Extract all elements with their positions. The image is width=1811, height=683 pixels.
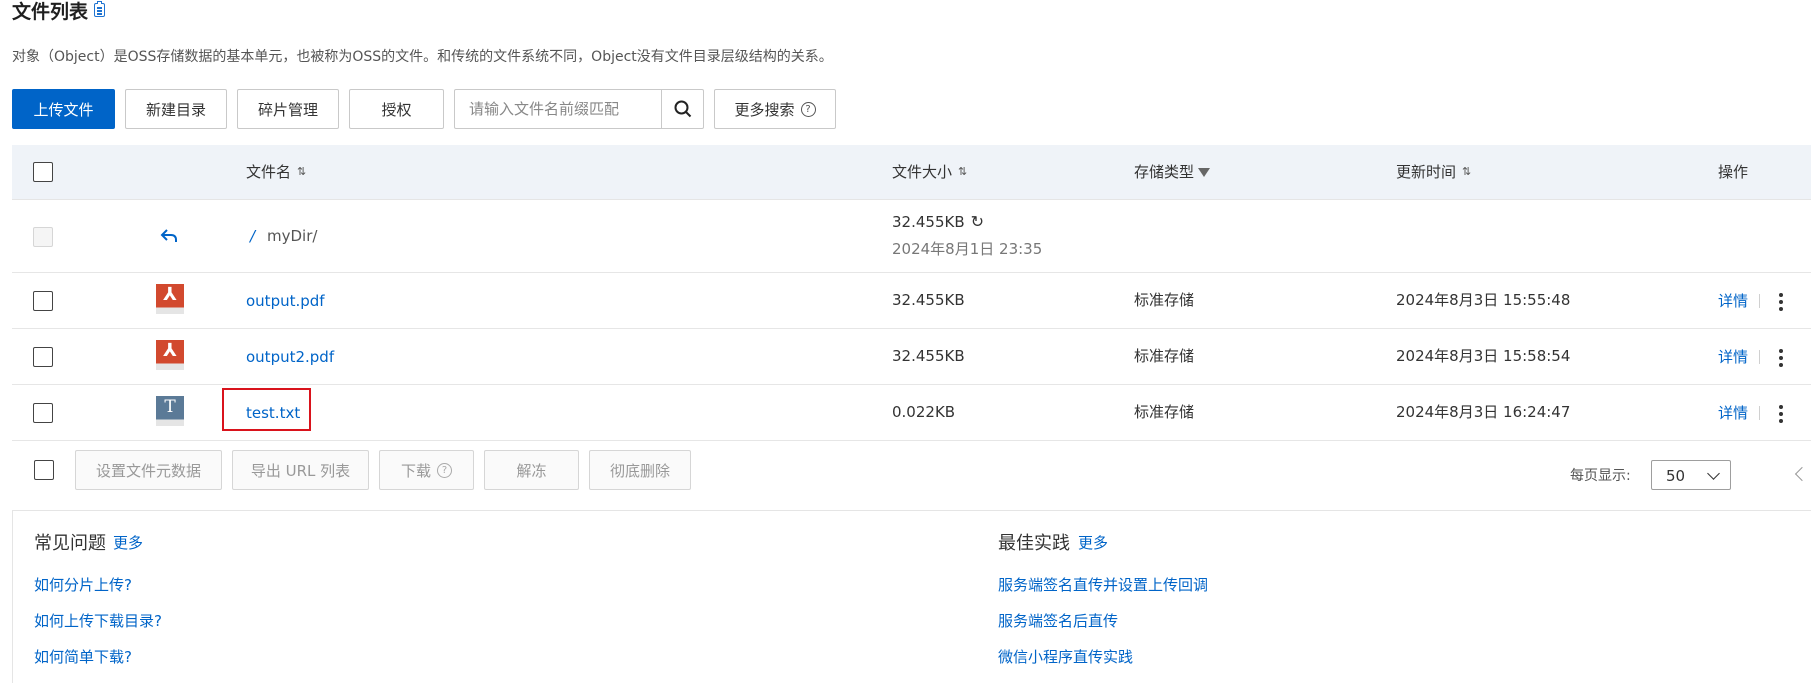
column-header-actions: 操作 — [1718, 163, 1749, 181]
faq-title: 常见问题 — [34, 533, 106, 554]
sort-icon[interactable]: ⇅ — [958, 162, 967, 182]
highlight-box — [222, 388, 311, 431]
search-button[interactable] — [661, 90, 703, 128]
root-path-link[interactable]: / — [250, 226, 255, 246]
page-description: 对象（Object）是OSS存储数据的基本单元，也被称为OSS的文件。和传统的文… — [12, 49, 833, 65]
row-checkbox — [33, 227, 53, 247]
sort-icon[interactable]: ⇅ — [297, 162, 306, 182]
table-row[interactable]: ⅄ output.pdf 32.455KB 标准存储 2024年8月3日 15:… — [12, 273, 1811, 329]
directory-time: 2024年8月1日 23:35 — [892, 240, 1043, 258]
upload-file-button[interactable]: 上传文件 — [12, 89, 115, 129]
divider — [1759, 350, 1760, 364]
select-all-checkbox[interactable] — [33, 162, 53, 182]
divider — [1759, 294, 1760, 308]
fragment-management-button[interactable]: 碎片管理 — [237, 89, 339, 129]
column-header-name[interactable]: 文件名 ⇅ — [246, 162, 306, 182]
column-header-storage[interactable]: 存储类型 — [1134, 162, 1211, 182]
best-practice-more-link[interactable]: 更多 — [1078, 533, 1108, 553]
faq-link[interactable]: 如何上传下载目录? — [34, 611, 162, 631]
faq-more-link[interactable]: 更多 — [113, 533, 143, 553]
chevron-down-icon — [1707, 467, 1720, 480]
faq-link[interactable]: 如何简单下载? — [34, 647, 132, 667]
unfreeze-button[interactable]: 解冻 — [484, 450, 579, 490]
row-checkbox[interactable] — [33, 347, 53, 367]
search-icon — [674, 100, 691, 118]
help-icon: ? — [800, 101, 816, 117]
document-icon[interactable] — [94, 1, 105, 17]
refresh-icon[interactable]: ↻ — [971, 212, 984, 232]
help-icon: ? — [437, 462, 452, 478]
per-page-label: 每页显示: — [1570, 468, 1631, 484]
storage-type: 标准存储 — [1134, 291, 1195, 309]
back-arrow-icon[interactable] — [160, 228, 178, 244]
pdf-file-icon: ⅄ — [156, 284, 184, 314]
page-title: 文件列表 — [12, 1, 89, 23]
storage-type: 标准存储 — [1134, 403, 1195, 421]
more-actions-icon[interactable] — [1779, 293, 1783, 314]
table-header: 文件名 ⇅ 文件大小 ⇅ 存储类型 更新时间 ⇅ 操作 — [12, 145, 1811, 200]
detail-link[interactable]: 详情 — [1718, 347, 1748, 367]
best-practice-link[interactable]: 服务端签名后直传 — [998, 611, 1118, 631]
authorize-button[interactable]: 授权 — [349, 89, 444, 129]
filter-icon[interactable] — [1198, 167, 1211, 177]
help-panel — [12, 510, 1811, 683]
chevron-left-icon[interactable] — [1794, 466, 1810, 482]
directory-size: 32.455KB ↻ — [892, 212, 985, 232]
search-input[interactable] — [455, 90, 662, 128]
best-practice-link[interactable]: 微信小程序直传实践 — [998, 647, 1133, 667]
export-url-list-button[interactable]: 导出 URL 列表 — [232, 450, 369, 490]
divider — [1759, 406, 1760, 420]
storage-type: 标准存储 — [1134, 347, 1195, 365]
file-name-link[interactable]: output2.pdf — [246, 347, 334, 367]
pdf-file-icon: ⅄ — [156, 340, 184, 370]
column-header-size[interactable]: 文件大小 ⇅ — [892, 162, 967, 182]
detail-link[interactable]: 详情 — [1718, 403, 1748, 423]
current-directory: myDir/ — [267, 227, 318, 245]
faq-link[interactable]: 如何分片上传? — [34, 575, 132, 595]
best-practice-link[interactable]: 服务端签名直传并设置上传回调 — [998, 575, 1208, 595]
table-row[interactable]: ⅄ output2.pdf 32.455KB 标准存储 2024年8月3日 15… — [12, 329, 1811, 385]
row-checkbox[interactable] — [33, 403, 53, 423]
per-page-select[interactable]: 50 — [1651, 460, 1731, 490]
best-practice-title: 最佳实践 — [998, 533, 1070, 554]
permanent-delete-button[interactable]: 彻底删除 — [589, 450, 691, 490]
download-button[interactable]: 下载 ? — [379, 450, 474, 490]
detail-link[interactable]: 详情 — [1718, 291, 1748, 311]
updated-time: 2024年8月3日 15:55:48 — [1396, 291, 1571, 309]
new-directory-button[interactable]: 新建目录 — [125, 89, 227, 129]
set-metadata-button[interactable]: 设置文件元数据 — [75, 450, 222, 490]
search-box — [454, 89, 704, 129]
updated-time: 2024年8月3日 15:58:54 — [1396, 347, 1571, 365]
more-search-button[interactable]: 更多搜索 ? — [714, 89, 836, 129]
file-name-link[interactable]: output.pdf — [246, 291, 325, 311]
updated-time: 2024年8月3日 16:24:47 — [1396, 403, 1571, 421]
more-actions-icon[interactable] — [1779, 349, 1783, 370]
more-actions-icon[interactable] — [1779, 405, 1783, 426]
file-size: 32.455KB — [892, 347, 965, 365]
text-file-icon: T — [156, 396, 184, 426]
more-search-label: 更多搜索 — [734, 100, 795, 119]
column-header-updated[interactable]: 更新时间 ⇅ — [1396, 162, 1471, 182]
parent-directory-row: / myDir/ 32.455KB ↻ 2024年8月1日 23:35 — [12, 200, 1811, 273]
file-size: 32.455KB — [892, 291, 965, 309]
file-size: 0.022KB — [892, 403, 956, 421]
sort-icon[interactable]: ⇅ — [1462, 162, 1471, 182]
row-checkbox[interactable] — [33, 291, 53, 311]
bulk-select-checkbox[interactable] — [34, 460, 54, 480]
